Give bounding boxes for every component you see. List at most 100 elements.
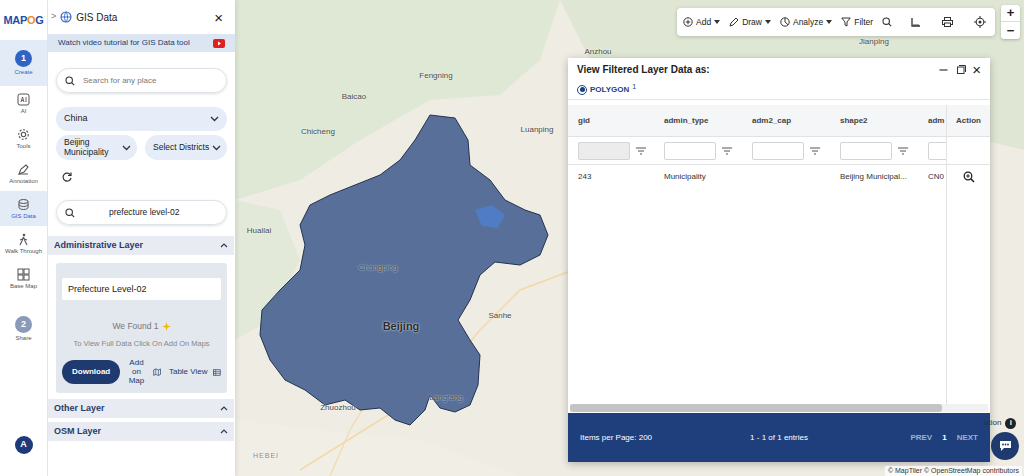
zoom-out-button[interactable]: − [1001, 22, 1020, 39]
items-per-page[interactable]: Items per Page: 200 [580, 432, 713, 444]
add-on-map-button[interactable]: Add on Map [126, 359, 147, 385]
chat-button[interactable] [991, 432, 1019, 460]
column-title: admin_type [664, 115, 708, 127]
prev-button[interactable]: PREV [910, 432, 932, 444]
rail-label: Walk Through [5, 248, 42, 255]
toolbar-menus: Add Draw Analyze Filter [683, 16, 873, 29]
province-dropdown[interactable]: Beijing Municipality [56, 135, 137, 160]
filter-lines-icon[interactable] [898, 147, 908, 155]
pager: PREV 1 NEXT [845, 432, 978, 444]
hint-text: To View Full Data Click On Add On Maps [73, 338, 209, 349]
collapse-chevron[interactable]: > [51, 10, 56, 24]
column-header[interactable]: shape2 [832, 105, 920, 136]
rail-item[interactable]: GIS Data [0, 191, 47, 226]
info-button[interactable]: i [1005, 418, 1016, 429]
country-dropdown[interactable]: China [56, 107, 227, 131]
logo-mark: O [27, 12, 35, 29]
district-dropdown[interactable]: Select Districts [145, 135, 227, 160]
scrollbar-thumb[interactable] [570, 404, 942, 412]
table-row[interactable]: 243MunicipalityBeijing Municipal...CN0 [568, 165, 946, 189]
table-view-button[interactable]: Table View [169, 366, 208, 378]
filter-input[interactable] [928, 142, 946, 160]
filter-input[interactable] [840, 142, 892, 160]
map-add-icon[interactable] [153, 366, 161, 378]
map-label: Fengning [419, 70, 452, 82]
maximize-icon[interactable] [957, 65, 966, 74]
rail-item[interactable]: 1Create [0, 40, 47, 86]
download-button[interactable]: Download [62, 360, 120, 384]
page-number[interactable]: 1 [942, 432, 946, 444]
map-label: Huailai [247, 225, 271, 237]
refresh-icon[interactable] [61, 171, 73, 183]
ruler-icon[interactable] [911, 17, 921, 27]
horizontal-scrollbar[interactable] [570, 404, 988, 412]
map-label: HEBEI [253, 451, 279, 462]
place-search-input[interactable] [83, 75, 218, 87]
layer-search-input[interactable] [83, 206, 218, 219]
column-header[interactable]: adm [920, 105, 946, 136]
caret-down-icon [826, 20, 832, 24]
table-footer: Items per Page: 200 1 - 1 of 1 entries P… [568, 413, 990, 462]
layer-search[interactable] [56, 200, 227, 225]
action-column: Action [946, 105, 990, 404]
filter-lines-icon[interactable] [636, 147, 646, 155]
filter-lines-icon[interactable] [810, 147, 820, 155]
user-avatar[interactable]: A [15, 436, 33, 454]
geometry-tab[interactable]: POLYGON1 [577, 84, 636, 96]
layer-name-field[interactable] [62, 278, 221, 300]
filter-lines-icon[interactable] [722, 147, 732, 155]
search-icon[interactable] [882, 17, 892, 27]
toolbar-menu[interactable]: Filter [841, 16, 873, 29]
filter-input [578, 142, 630, 160]
table-cell: CN0 [920, 171, 946, 183]
filter-input[interactable] [752, 142, 804, 160]
next-button[interactable]: NEXT [957, 432, 978, 444]
minimize-icon[interactable] [939, 65, 948, 74]
action-header-text: Action [956, 115, 981, 127]
table-body: gid admin_type adm2_capshape2 adm 243Municip… [568, 105, 990, 413]
section-header[interactable]: Administrative Layer [48, 236, 234, 255]
action-cells [947, 165, 990, 189]
filter-cell [744, 137, 832, 164]
place-search[interactable] [56, 68, 227, 93]
logo[interactable]: MAPOG [3, 0, 43, 40]
column-header[interactable]: gid [568, 105, 656, 136]
section-header[interactable]: OSM Layer [48, 422, 234, 441]
rail-item[interactable]: Annotation [0, 156, 47, 191]
column-header[interactable]: admin_type [656, 105, 744, 136]
filter-input[interactable] [664, 142, 716, 160]
close-button[interactable]: × [972, 62, 981, 77]
map-label: Baicao [342, 91, 366, 103]
action-cell [947, 165, 990, 189]
map-label: Luanping [521, 124, 554, 136]
toolbar-menu[interactable]: Add [683, 16, 720, 29]
radio-button[interactable] [577, 85, 587, 95]
rail-item[interactable]: Tools [0, 121, 47, 156]
rail-label: Annotation [9, 178, 38, 185]
map-canvas[interactable]: AnzhouJianpingFengningBaicaoChichengLuan… [235, 0, 1024, 476]
layers-globe-icon [60, 11, 72, 23]
column-header[interactable]: adm2_cap [744, 105, 832, 136]
rail-item[interactable]: Walk Through [0, 226, 47, 261]
print-icon[interactable] [942, 17, 953, 27]
rail-items: 1Create AI Tools Annotation GIS Data Walk Thr… [0, 40, 47, 352]
zoom-in-button[interactable]: + [1001, 5, 1020, 22]
database-icon [17, 198, 30, 211]
tutorial-banner[interactable]: Watch video tutorial for GIS Data tool [48, 34, 235, 52]
attribution-cut: ation [984, 417, 1001, 429]
rail-item[interactable]: 2Share [0, 306, 47, 352]
table-icon[interactable] [213, 368, 221, 377]
close-button[interactable]: × [214, 10, 223, 25]
toolbar-menu[interactable]: Analyze [780, 16, 832, 29]
add-circle-icon [683, 17, 693, 27]
section-header[interactable]: Other Layer [48, 399, 234, 418]
toolbar-menu[interactable]: Draw [729, 16, 771, 29]
rail-label: AI [21, 108, 27, 115]
zoom-to-icon[interactable] [963, 171, 975, 183]
column-title: adm [928, 115, 944, 127]
locate-target-icon[interactable] [974, 16, 986, 28]
map-label: Changping [359, 262, 398, 274]
rail-item[interactable]: Base Map [0, 261, 47, 296]
map-label: Jianping [859, 36, 889, 48]
rail-item[interactable]: AI [0, 86, 47, 121]
